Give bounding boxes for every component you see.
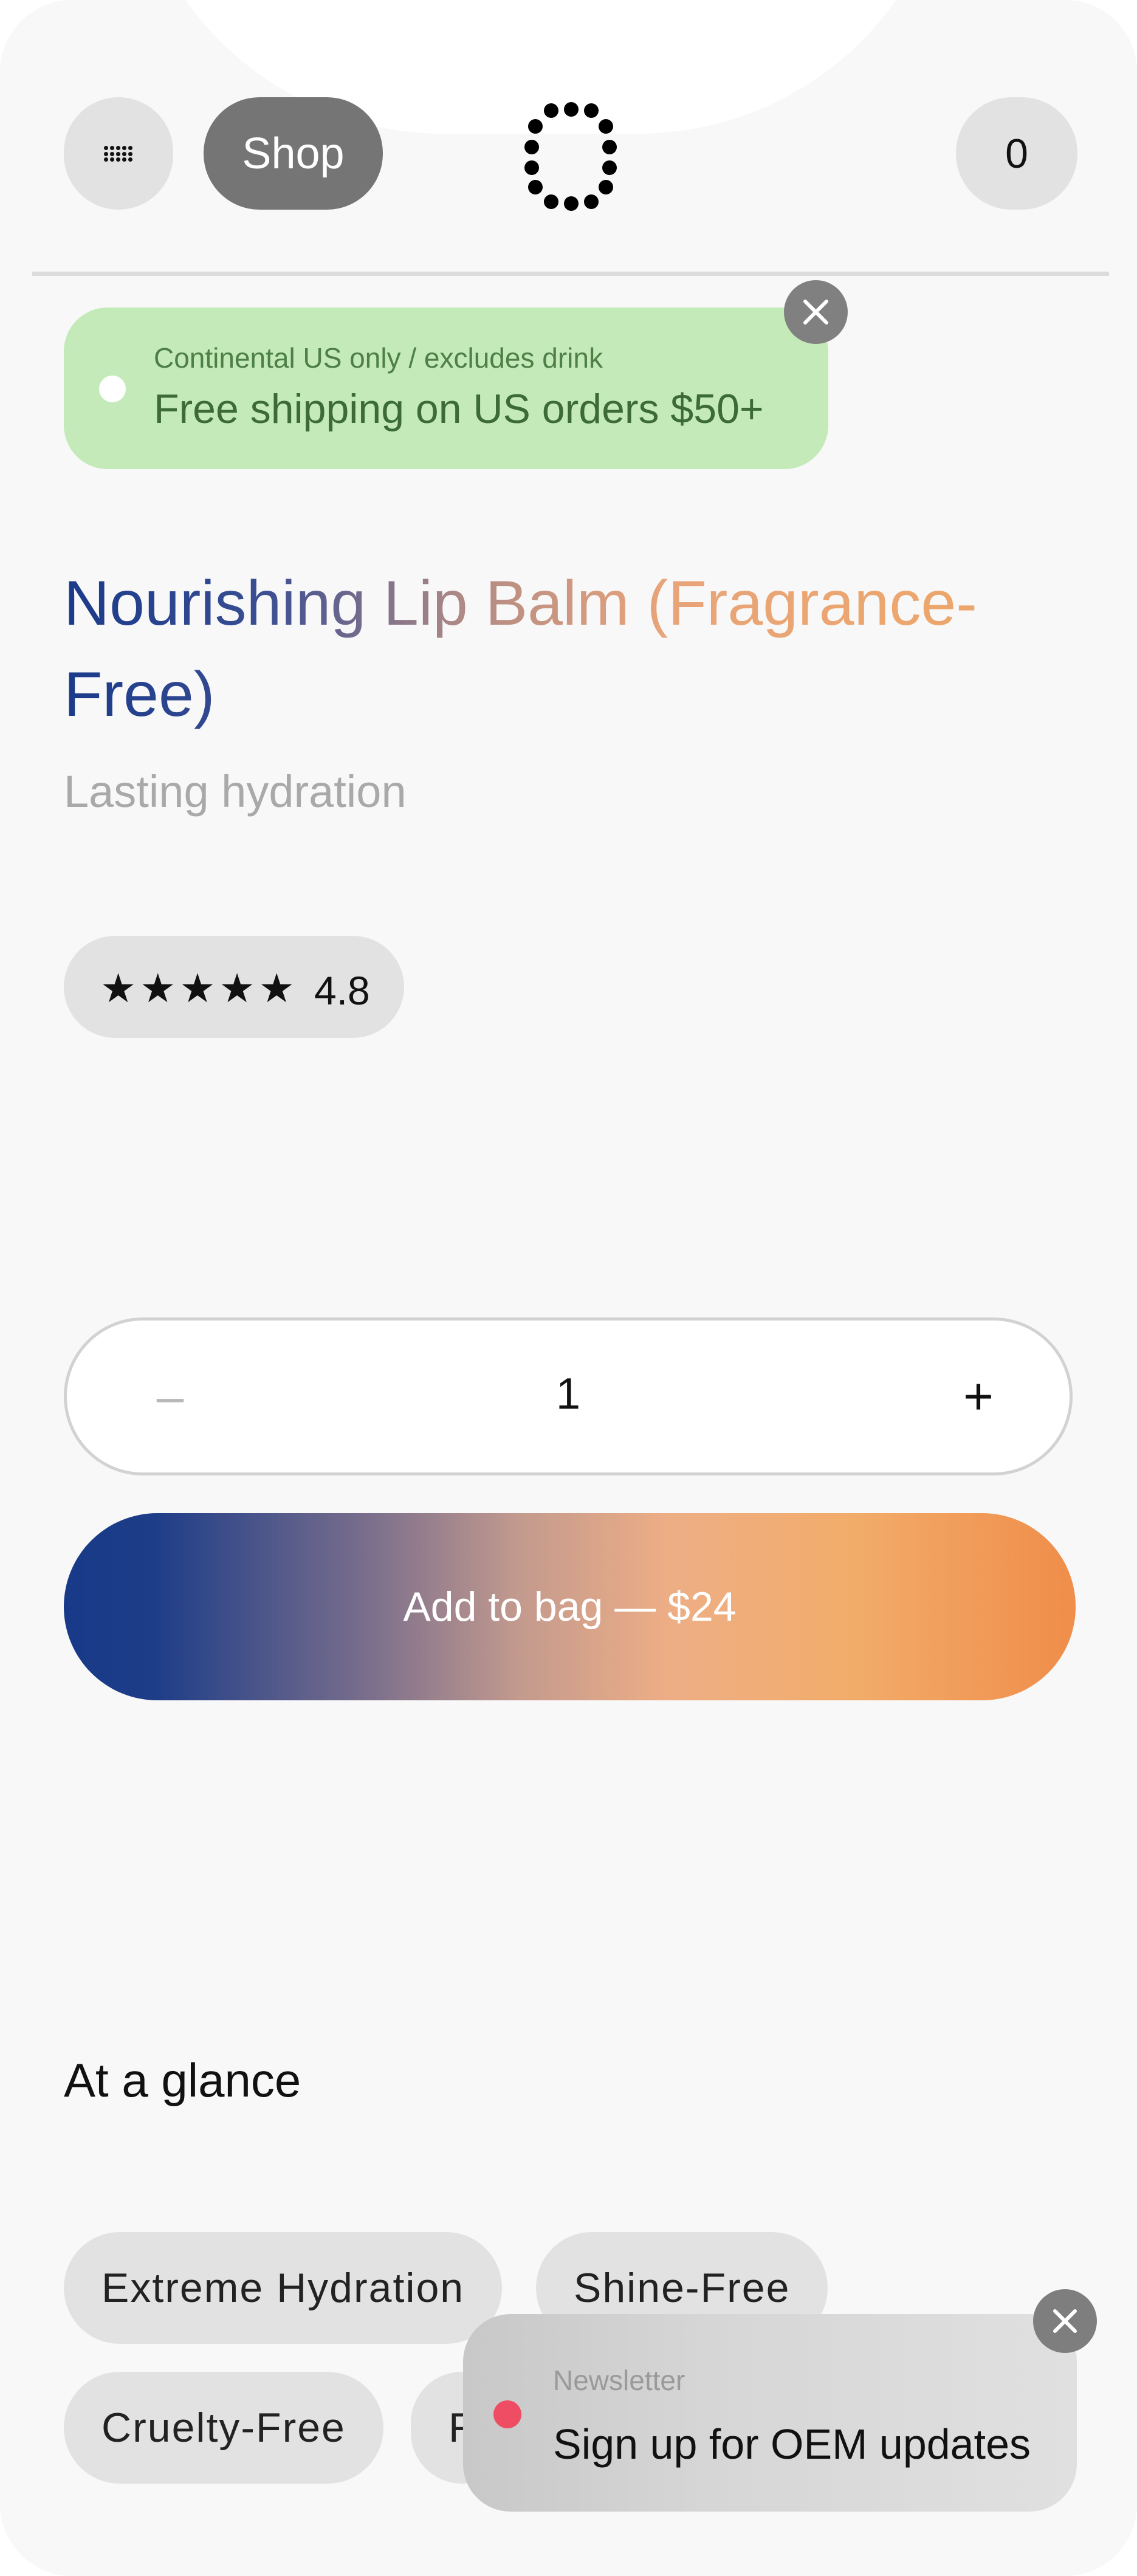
brand-logo[interactable] [520, 102, 623, 211]
newsletter-label: Newsletter [553, 2365, 685, 2396]
shop-button[interactable]: Shop [204, 97, 383, 210]
increase-quantity-button[interactable]: + [930, 1348, 1027, 1445]
close-icon [803, 300, 828, 325]
product-title: Nourishing Lip Balm (Fragrance-Free) [64, 558, 1060, 740]
notification-dot-icon [493, 2400, 521, 2428]
close-icon [1053, 2309, 1077, 2333]
add-to-bag-button[interactable]: Add to bag — $24 [64, 1513, 1076, 1700]
quantity-stepper: – 1 + [64, 1317, 1073, 1475]
newsletter-popup[interactable]: Newsletter Sign up for OEM updates [463, 2314, 1077, 2512]
product-subtitle: Lasting hydration [64, 766, 407, 817]
grid-dots-icon [104, 146, 133, 162]
shipping-banner: Continental US only / excludes drink Fre… [64, 307, 828, 469]
menu-button[interactable] [64, 97, 173, 210]
cart-button[interactable]: 0 [956, 97, 1077, 210]
rating-value: 4.8 [314, 968, 370, 1013]
newsletter-message: Sign up for OEM updates [553, 2420, 1031, 2468]
status-dot-icon [99, 376, 126, 402]
rating-badge[interactable]: ★★★★★ 4.8 [64, 936, 404, 1038]
star-rating-icon: ★★★★★ [100, 966, 298, 1011]
feature-chip: Cruelty-Free [64, 2372, 383, 2484]
header-divider [32, 272, 1109, 276]
phone-screen: Shop 0 Continental US only / excludes dr… [0, 0, 1137, 2576]
at-a-glance-heading: At a glance [64, 2053, 301, 2107]
shipping-banner-subtitle: Continental US only / excludes drink [154, 342, 603, 374]
shipping-banner-message: Free shipping on US orders $50+ [154, 386, 764, 432]
feature-chip: Extreme Hydration [64, 2232, 503, 2344]
shipping-banner-close-button[interactable] [784, 280, 848, 344]
newsletter-close-button[interactable] [1033, 2289, 1097, 2353]
quantity-value: 1 [555, 1370, 581, 1418]
